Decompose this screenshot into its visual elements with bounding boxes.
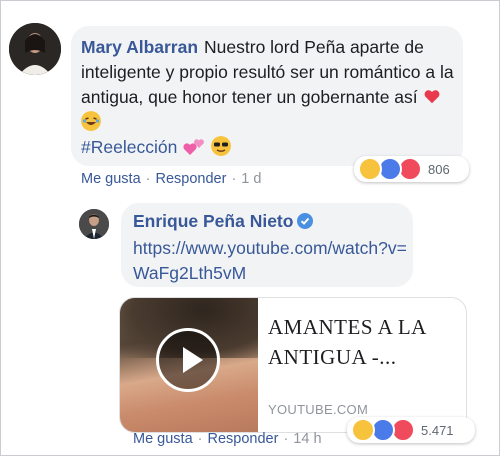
sparkling-hearts-emoji-icon — [183, 139, 205, 155]
comment-body: Mary Albarran Nuestro lord Peña aparte de… — [81, 35, 461, 160]
reply-reply-button[interactable]: Responder — [208, 431, 279, 447]
laughing-emoji-icon — [81, 111, 101, 131]
haha-reaction-icon — [358, 157, 382, 181]
verified-badge-icon — [297, 213, 314, 229]
play-icon[interactable] — [156, 328, 220, 392]
like-button[interactable]: Me gusta — [81, 171, 141, 187]
link-preview-card[interactable]: AMANTES A LA ANTIGUA -... YOUTUBE.COM — [119, 297, 467, 433]
reactions-count: 806 — [428, 161, 450, 177]
avatar-mary-albarran[interactable] — [9, 23, 61, 75]
comment-actions: Me gusta · Responder · 1 d — [81, 171, 262, 187]
profile-photo-icon — [9, 23, 61, 75]
preview-title[interactable]: AMANTES A LA ANTIGUA -... — [268, 312, 458, 372]
video-thumbnail[interactable] — [120, 298, 258, 432]
sunglasses-emoji-icon — [211, 136, 232, 156]
comment-author[interactable]: Mary Albarran — [81, 37, 198, 57]
reply-author[interactable]: Enrique Peña Nieto — [133, 211, 293, 231]
preview-domain: YOUTUBE.COM — [268, 402, 369, 417]
reactions-summary[interactable]: 806 — [354, 156, 469, 182]
heart-emoji-icon — [424, 90, 439, 104]
reply-reactions-summary[interactable]: 5.471 — [347, 417, 475, 443]
haha-reaction-icon — [351, 418, 375, 442]
reply-author-row: Enrique Peña Nieto — [133, 211, 314, 232]
avatar-enrique-pena-nieto[interactable] — [79, 209, 109, 239]
reply-button[interactable]: Responder — [156, 171, 227, 187]
reply-reactions-count: 5.471 — [421, 422, 454, 438]
reply-actions: Me gusta · Responder · 14 h — [133, 431, 322, 447]
reply-like-button[interactable]: Me gusta — [133, 431, 193, 447]
reply-bubble: Enrique Peña Nieto https://www.youtube.c… — [121, 203, 413, 287]
comment-bubble: Mary Albarran Nuestro lord Peña aparte de… — [71, 26, 463, 166]
comment-timestamp[interactable]: 1 d — [241, 171, 261, 187]
profile-photo-icon — [79, 209, 109, 239]
reply-timestamp[interactable]: 14 h — [293, 431, 321, 447]
comment-thread: Mary Albarran Nuestro lord Peña aparte de… — [0, 0, 500, 456]
youtube-link[interactable]: https://www.youtube.com/watch?v=WaFg2Lth… — [133, 236, 408, 286]
hashtag-link[interactable]: #Reelección — [81, 137, 177, 157]
